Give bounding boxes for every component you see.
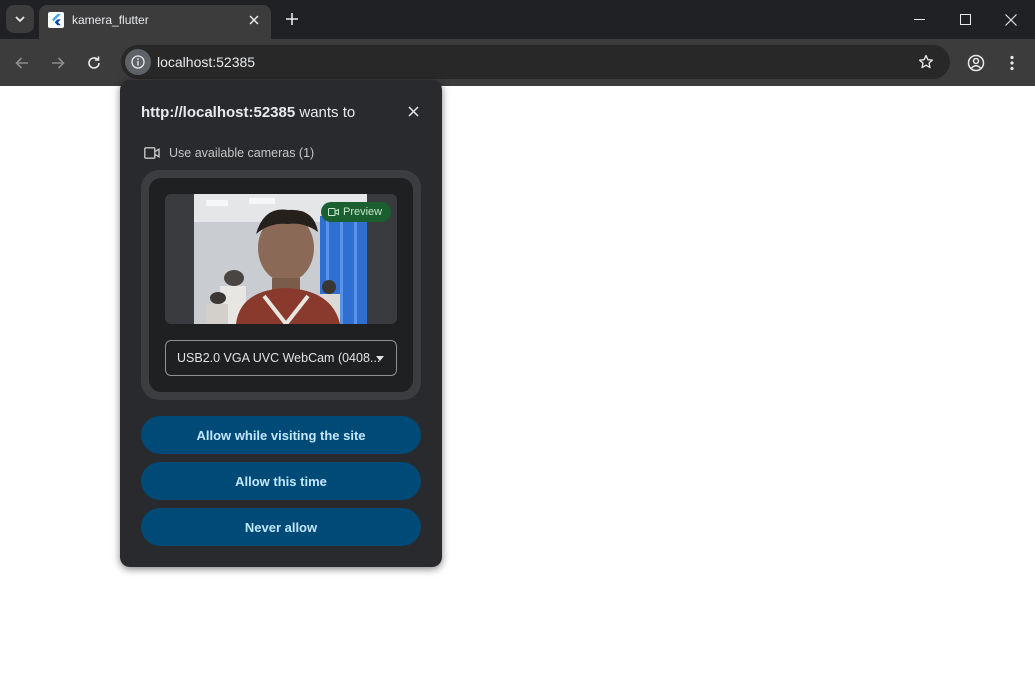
back-button[interactable] bbox=[8, 49, 36, 77]
tab-strip: kamera_flutter bbox=[0, 0, 1035, 39]
allow-while-visiting-button[interactable]: Allow while visiting the site bbox=[141, 416, 421, 454]
camera-panel: Preview USB2.0 VGA UVC WebCam (0408... bbox=[141, 170, 421, 400]
camera-panel-inner: Preview USB2.0 VGA UVC WebCam (0408... bbox=[149, 178, 413, 392]
profile-icon bbox=[967, 54, 985, 72]
bookmark-button[interactable] bbox=[916, 52, 936, 72]
camera-icon bbox=[144, 147, 160, 159]
profile-button[interactable] bbox=[962, 49, 990, 77]
forward-icon bbox=[52, 57, 65, 69]
preview-camera-icon bbox=[328, 208, 339, 216]
camera-preview: Preview bbox=[165, 194, 397, 324]
browser-window: kamera_flutter localhost:52385 http://lo… bbox=[0, 0, 1035, 692]
forward-button[interactable] bbox=[44, 49, 72, 77]
new-tab-icon bbox=[286, 13, 298, 25]
flutter-favicon-icon bbox=[48, 12, 64, 28]
tab-search-button[interactable] bbox=[6, 5, 34, 33]
camera-select-value: USB2.0 VGA UVC WebCam (0408... bbox=[177, 351, 381, 365]
new-tab-button[interactable] bbox=[280, 8, 304, 30]
tab-title: kamera_flutter bbox=[72, 13, 149, 27]
minimize-icon bbox=[913, 19, 925, 20]
popup-origin: http://localhost:52385 bbox=[141, 104, 296, 121]
maximize-button[interactable] bbox=[942, 0, 988, 39]
tab-search-icon bbox=[15, 16, 25, 23]
popup-close-button[interactable] bbox=[404, 102, 422, 120]
never-allow-button[interactable]: Never allow bbox=[141, 508, 421, 546]
popup-wants-to: wants to bbox=[299, 104, 356, 121]
camera-select[interactable]: USB2.0 VGA UVC WebCam (0408... bbox=[165, 340, 397, 376]
site-info-icon bbox=[131, 55, 145, 69]
reload-button[interactable] bbox=[80, 49, 108, 77]
window-close-icon bbox=[1005, 13, 1017, 26]
reload-icon bbox=[88, 56, 100, 69]
menu-button[interactable] bbox=[998, 49, 1026, 77]
preview-badge: Preview bbox=[321, 202, 392, 222]
camera-permission-popup: http://localhost:52385 wants to Use avai… bbox=[120, 80, 442, 567]
minimize-button[interactable] bbox=[896, 0, 942, 39]
address-bar[interactable]: localhost:52385 bbox=[121, 45, 950, 79]
popup-title: http://localhost:52385 wants to bbox=[141, 104, 355, 121]
menu-icon bbox=[1010, 55, 1014, 71]
maximize-icon bbox=[959, 14, 971, 25]
preview-label: Preview bbox=[343, 206, 383, 218]
permission-label: Use available cameras (1) bbox=[169, 146, 315, 160]
window-close-button[interactable] bbox=[988, 0, 1034, 39]
bookmark-star-icon bbox=[918, 54, 934, 69]
tab-close-button[interactable] bbox=[245, 11, 263, 29]
popup-close-icon bbox=[407, 105, 419, 117]
tab-close-icon bbox=[249, 15, 259, 25]
toolbar: localhost:52385 bbox=[0, 39, 1035, 86]
permission-row: Use available cameras (1) bbox=[144, 145, 314, 161]
url-text[interactable]: localhost:52385 bbox=[157, 54, 255, 70]
dropdown-arrow-icon bbox=[376, 356, 384, 361]
site-info-button[interactable] bbox=[125, 49, 151, 75]
allow-this-time-button[interactable]: Allow this time bbox=[141, 462, 421, 500]
back-icon bbox=[15, 57, 28, 69]
tab-kamera-flutter[interactable]: kamera_flutter bbox=[39, 5, 271, 39]
